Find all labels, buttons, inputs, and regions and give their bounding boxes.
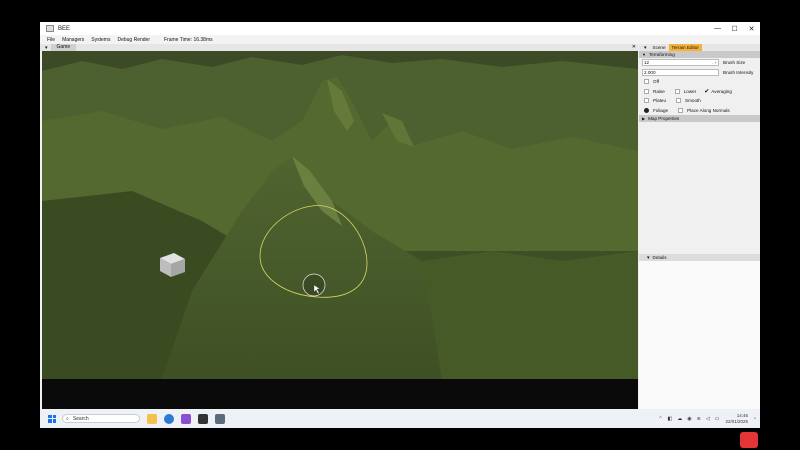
battery-icon[interactable]: ▭ xyxy=(715,416,720,422)
lower-label: Lower xyxy=(683,88,697,94)
brush-size-input[interactable]: 12 - + xyxy=(642,59,719,67)
foliage-radio[interactable] xyxy=(644,107,649,113)
terraforming-title: Terraforming xyxy=(648,52,675,57)
details-panel xyxy=(639,261,760,409)
gamepad-icon[interactable]: ◉ xyxy=(687,416,691,422)
window-controls: — ☐ ✕ xyxy=(709,22,760,35)
app-window: BEE — ☐ ✕ File Managers Systems Debug Re… xyxy=(40,22,760,428)
off-option[interactable]: Off xyxy=(642,79,660,85)
windows-start-icon[interactable] xyxy=(48,414,56,423)
off-label: Off xyxy=(653,79,660,85)
brush-size-label: Brush Size xyxy=(723,60,746,66)
menu-file[interactable]: File xyxy=(47,37,55,43)
inspector-tabs: ▾ Scene Terrain Editor xyxy=(639,44,760,51)
search-placeholder: Search xyxy=(72,415,89,422)
taskbar-search-input[interactable]: ⌕ Search xyxy=(62,414,140,423)
window-title: BEE xyxy=(58,25,71,32)
smooth-label: Smooth xyxy=(685,98,701,104)
raise-option[interactable]: Raise xyxy=(642,88,665,94)
smooth-option[interactable]: Smooth xyxy=(674,98,701,104)
terrain-scene[interactable] xyxy=(42,51,638,379)
mode-foliage-row: Foliage Place Along Normals xyxy=(639,106,760,116)
lower-option[interactable]: Lower xyxy=(673,88,697,94)
bee-app-icon[interactable] xyxy=(215,413,225,424)
brush-intensity-input[interactable]: 2.000 xyxy=(642,68,719,76)
taskbar: ⌕ Search ⌃ ◧ ☁ ◉ ≋ ◁ ▭ 14:46 22/01/2025 … xyxy=(40,409,760,428)
plateau-option[interactable]: Plateu xyxy=(642,98,667,104)
maximize-button[interactable]: ☐ xyxy=(726,22,743,35)
browser-icon[interactable] xyxy=(164,413,174,424)
system-tray: ⌃ ◧ ☁ ◉ ≋ ◁ ▭ 14:46 22/01/2025 ◔ xyxy=(653,409,756,428)
pin-icon[interactable]: ▾ xyxy=(45,45,48,51)
pin-icon[interactable]: ▾ xyxy=(644,45,647,51)
search-icon: ⌕ xyxy=(66,415,69,422)
details-header[interactable]: ▾ Details xyxy=(639,254,760,261)
foliage-option[interactable]: Foliage xyxy=(642,107,669,113)
clock[interactable]: 14:46 22/01/2025 xyxy=(725,413,748,424)
mode-off-row: Off xyxy=(639,77,760,87)
mode-plateau-row: Plateu Smooth xyxy=(639,96,760,106)
frame-time-readout: Frame Time: 16.38ms xyxy=(164,36,213,43)
place-normals-option[interactable]: Place Along Normals xyxy=(676,107,730,113)
app-icon xyxy=(46,25,54,32)
lower-checkbox[interactable] xyxy=(674,88,680,94)
close-game-panel-icon[interactable]: ✕ xyxy=(632,44,636,50)
brush-size-row: 12 - + Brush Size xyxy=(639,58,760,68)
mode-raise-row: Raise Lower ✔ Averaging xyxy=(639,87,760,97)
cloud-icon[interactable]: ☁ xyxy=(677,416,682,422)
map-properties-header[interactable]: ▶ Map Properties xyxy=(639,115,760,122)
plateau-label: Plateu xyxy=(653,98,667,104)
wifi-icon[interactable]: ≋ xyxy=(697,416,701,422)
game-panel-tabbar: ▾ Game ✕ xyxy=(40,44,638,51)
viewport-letterbox xyxy=(42,379,638,409)
smooth-checkbox[interactable] xyxy=(676,98,682,104)
brush-intensity-label: Brush Intensity xyxy=(723,69,754,75)
clock-date: 22/01/2025 xyxy=(725,418,748,424)
expand-arrow-icon: ▶ xyxy=(642,116,646,121)
raise-checkbox[interactable] xyxy=(644,88,649,94)
title-bar: BEE — ☐ ✕ xyxy=(40,22,760,35)
right-foreground xyxy=(422,251,638,379)
place-normals-label: Place Along Normals xyxy=(687,107,730,113)
terminal-icon[interactable] xyxy=(198,413,208,424)
menu-systems[interactable]: Systems xyxy=(91,37,110,43)
raise-label: Raise xyxy=(653,88,665,94)
brush-intensity-value: 2.000 xyxy=(644,69,656,75)
brush-intensity-row: 2.000 Brush Intensity xyxy=(639,68,760,78)
details-title: Details xyxy=(652,255,667,260)
brush-size-stepper[interactable]: - + xyxy=(712,60,717,65)
off-checkbox[interactable] xyxy=(644,79,649,85)
plateau-checkbox[interactable] xyxy=(644,98,649,104)
security-icon[interactable]: ◧ xyxy=(668,416,673,422)
close-button[interactable]: ✕ xyxy=(743,22,760,35)
menu-bar: File Managers Systems Debug Render Frame… xyxy=(40,35,760,44)
volume-icon[interactable]: ◁ xyxy=(706,416,710,422)
collapse-arrow-icon: ▼ xyxy=(642,52,646,57)
tab-game[interactable]: Game xyxy=(50,44,77,51)
place-normals-checkbox[interactable] xyxy=(678,107,684,113)
notification-bell-icon[interactable]: ◔ xyxy=(753,416,756,422)
inspector-panel: ▾ Scene Terrain Editor ▼ Terraforming 12… xyxy=(639,44,760,409)
averaging-option[interactable]: ✔ Averaging xyxy=(704,88,732,95)
minimize-button[interactable]: — xyxy=(709,22,726,35)
tab-scene[interactable]: Scene xyxy=(650,44,669,51)
foliage-label: Foliage xyxy=(653,107,669,113)
terraforming-header[interactable]: ▼ Terraforming xyxy=(639,51,760,58)
map-properties-title: Map Properties xyxy=(648,116,680,121)
averaging-label: Averaging xyxy=(711,88,732,94)
recording-badge-icon xyxy=(740,432,758,448)
menu-managers[interactable]: Managers xyxy=(62,37,84,43)
checkmark-icon[interactable]: ✔ xyxy=(704,88,709,95)
tab-terrain-editor[interactable]: Terrain Editor xyxy=(668,44,702,51)
visual-studio-icon[interactable] xyxy=(181,413,191,424)
brush-size-value: 12 xyxy=(644,60,650,66)
game-viewport[interactable] xyxy=(42,51,638,379)
menu-debug-render[interactable]: Debug Render xyxy=(117,37,150,43)
file-explorer-icon[interactable] xyxy=(147,413,157,424)
chevron-up-icon[interactable]: ⌃ xyxy=(658,416,662,422)
